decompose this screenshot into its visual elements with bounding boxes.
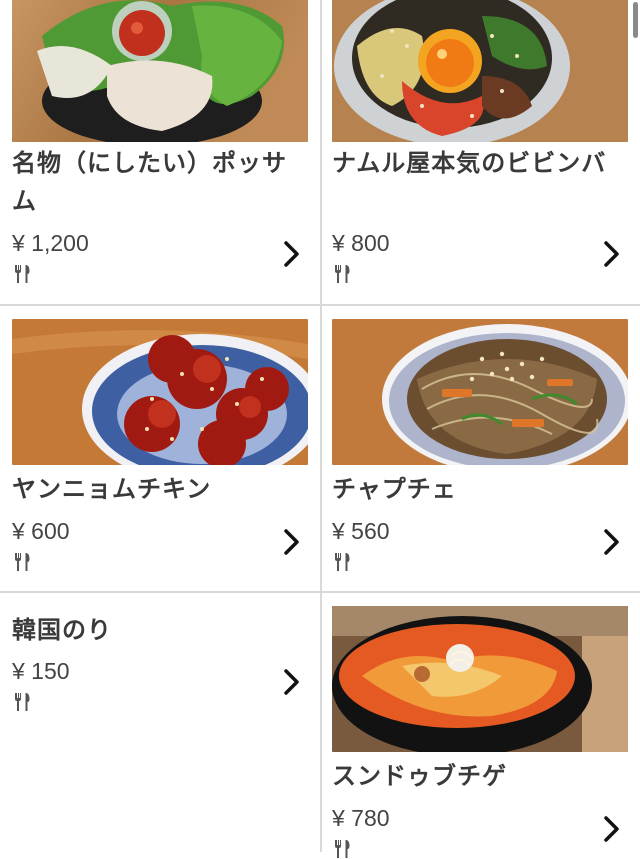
item-name: 韓国のり [12,616,112,644]
item-price: ¥ 800 [332,230,390,256]
item-price: ¥ 600 [12,518,70,544]
utensils-icon [335,265,350,283]
item-name: チャプチェ [332,475,457,503]
chevron-right-icon[interactable] [600,815,622,843]
bossam-photo [12,0,308,142]
chevron-right-icon[interactable] [280,240,302,268]
item-price: ¥ 560 [332,518,390,544]
japchae-photo [332,319,628,465]
menu-item-bibimbap[interactable]: ナムル屋本気のビビンバ ¥ 800 [320,0,640,304]
utensils-icon [335,840,350,858]
menu-item-sundubu-jjigae[interactable]: スンドゥブチゲ ¥ 780 [320,593,640,858]
menu-item-korean-nori[interactable]: 韓国のり ¥ 150 [0,593,320,852]
chevron-right-icon[interactable] [280,528,302,556]
chevron-right-icon[interactable] [600,528,622,556]
item-price: ¥ 1,200 [12,230,89,256]
menu-item-yangnyeom-chicken[interactable]: ヤンニョムチキン ¥ 600 [0,306,320,591]
chevron-right-icon[interactable] [280,668,302,696]
item-name: ナムル屋本気のビビンバ [332,149,607,177]
yangnyeom-chicken-photo [12,319,308,465]
menu-grid: 名物（にしたい）ポッサ ム ¥ 1,200 ナムル屋本気のビビンバ ¥ 800 … [0,0,640,858]
sundubu-jjigae-photo [332,606,628,752]
utensils-icon [15,553,30,571]
item-name: スンドゥブチゲ [332,762,507,790]
chevron-right-icon[interactable] [600,240,622,268]
scrollbar-thumb[interactable] [633,2,638,38]
item-price: ¥ 780 [332,805,390,831]
item-name: 名物（にしたい）ポッサ ム [12,149,287,215]
menu-item-japchae[interactable]: チャプチェ ¥ 560 [320,306,640,591]
menu-item-bossam[interactable]: 名物（にしたい）ポッサ ム ¥ 1,200 [0,0,320,304]
utensils-icon [15,265,30,283]
item-name: ヤンニョムチキン [12,475,212,503]
utensils-icon [335,553,350,571]
bibimbap-photo [332,0,628,142]
utensils-icon [15,693,30,711]
item-price: ¥ 150 [12,658,70,684]
